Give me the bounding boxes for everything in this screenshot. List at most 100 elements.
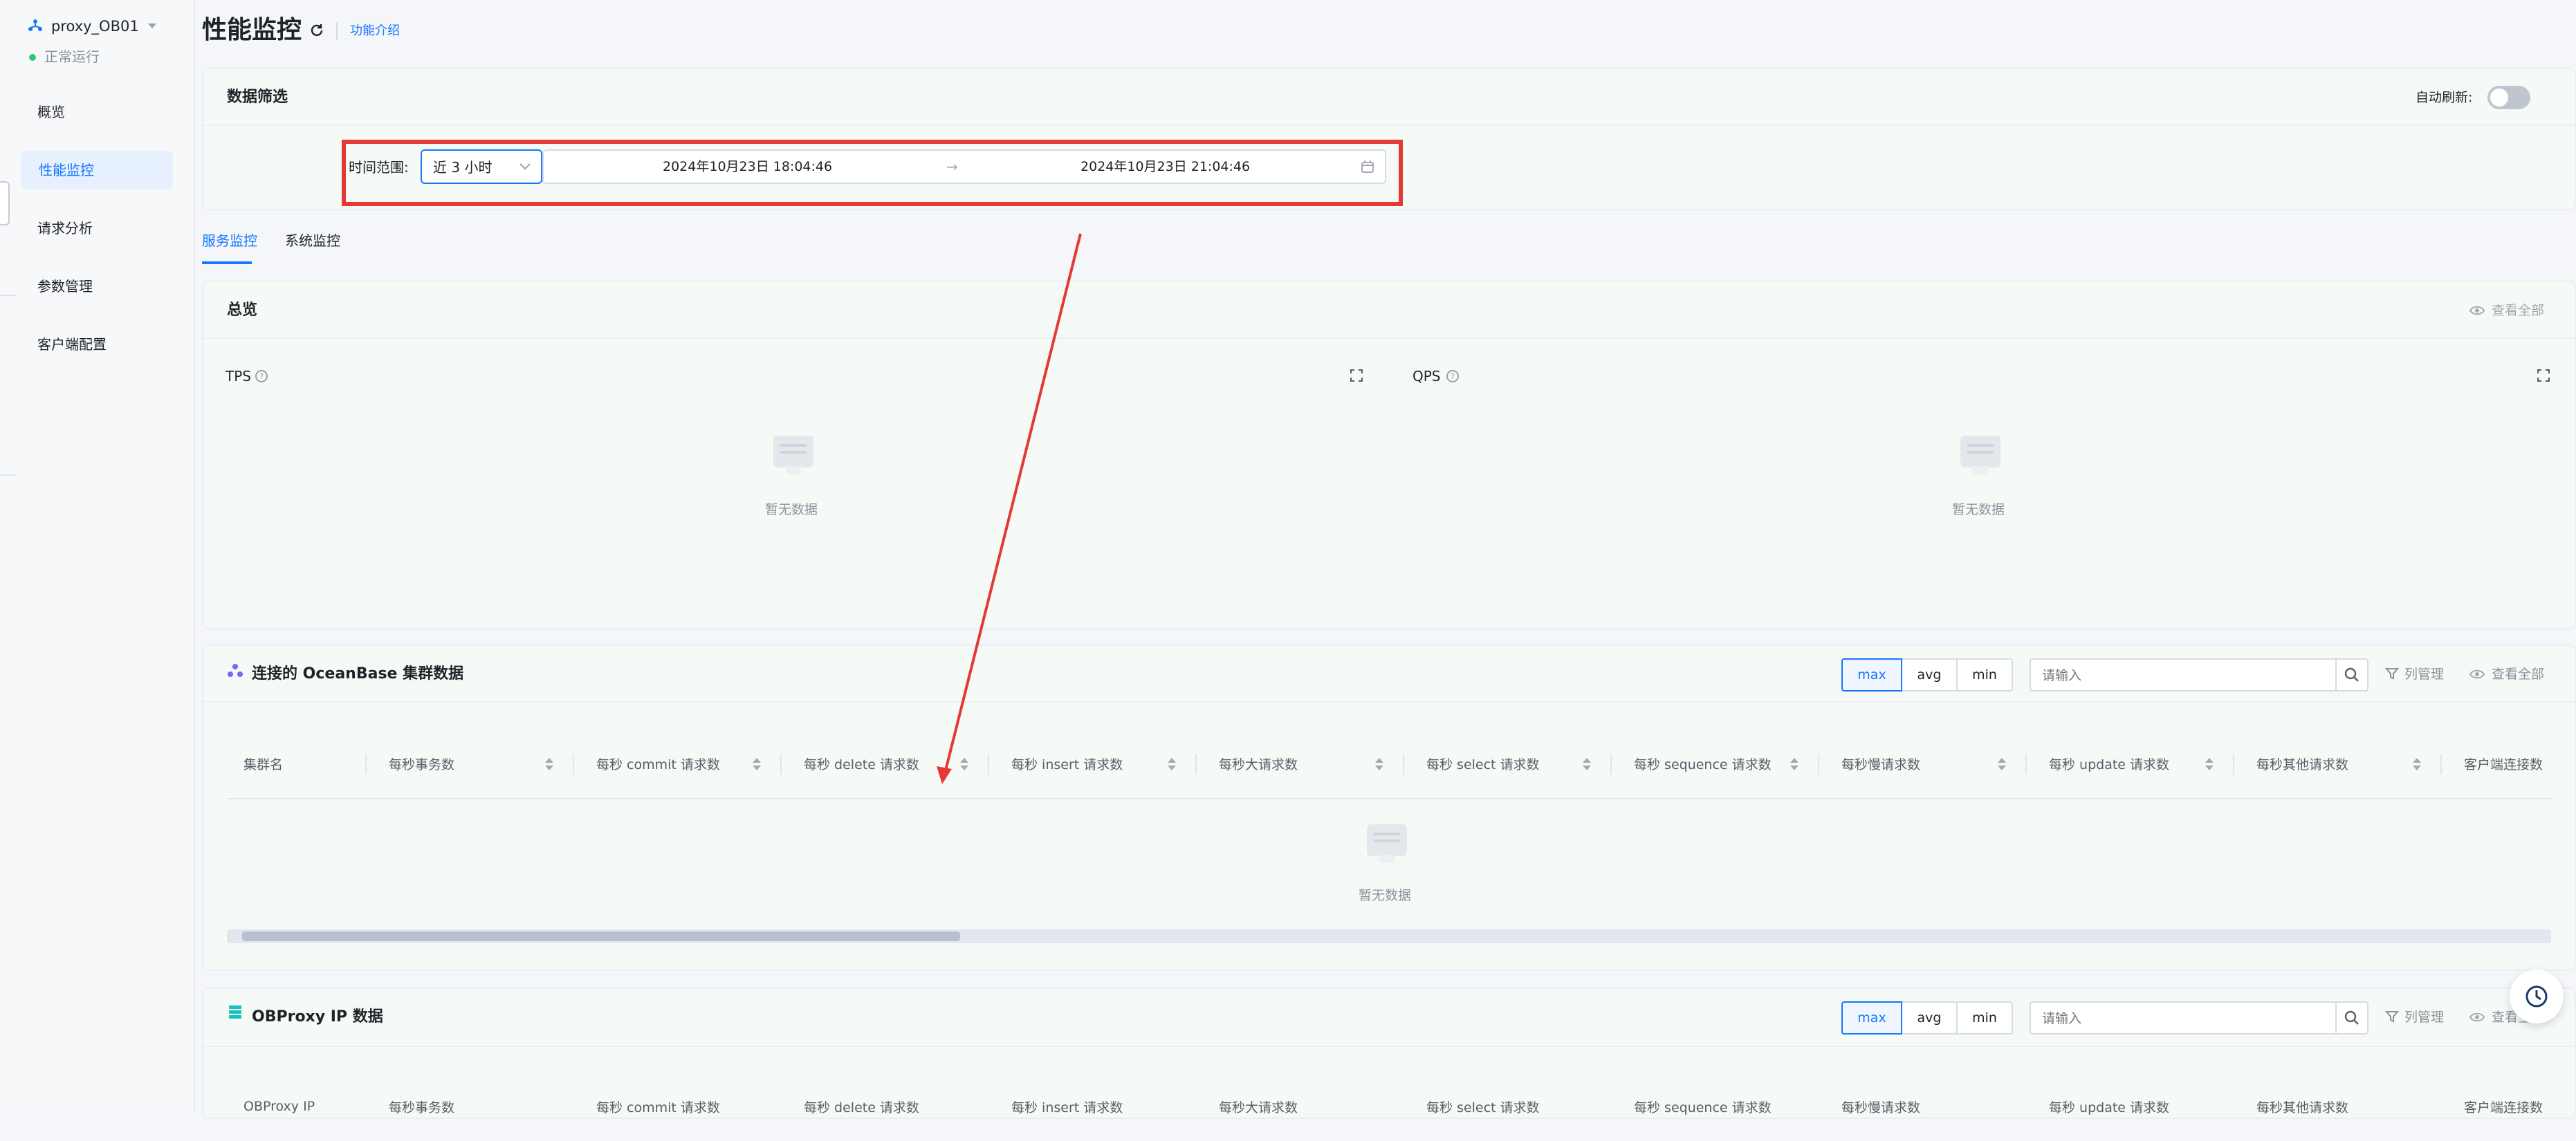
page-title: 性能监控 (202, 16, 302, 44)
column-header[interactable]: 每秒 commit 请求数 (596, 729, 720, 798)
tab-active-indicator (202, 261, 252, 264)
sort-icon[interactable] (960, 758, 968, 770)
sort-icon[interactable] (1168, 758, 1176, 770)
instance-switcher[interactable]: proxy_OB01 (28, 17, 166, 37)
column-divider (2025, 754, 2027, 774)
search-input[interactable] (2041, 1008, 2320, 1029)
eye-icon (2469, 669, 2485, 679)
sidebar-item-params[interactable]: 参数管理 (21, 272, 180, 300)
cluster-table-title: 连接的 OceanBase 集群数据 (252, 665, 464, 683)
column-header[interactable]: 每秒 commit 请求数 (596, 1072, 720, 1141)
agg-min-button[interactable]: min (1956, 1001, 2013, 1035)
fullscreen-icon[interactable] (2536, 368, 2551, 383)
column-header: 集群名 (243, 757, 284, 772)
column-divider (2233, 754, 2234, 774)
refresh-icon[interactable] (309, 22, 325, 39)
agg-max-button[interactable]: max (1841, 1001, 1902, 1035)
column-header[interactable]: 每秒 delete 请求数 (804, 729, 919, 798)
sort-icon[interactable] (1375, 758, 1383, 770)
fullscreen-icon[interactable] (1349, 368, 1364, 383)
empty-data-icon (1960, 436, 2000, 474)
history-float-button[interactable] (2510, 970, 2564, 1023)
qps-empty-text: 暂无数据 (1952, 502, 2005, 517)
eye-icon (2469, 1012, 2485, 1022)
agg-min-button[interactable]: min (1956, 658, 2013, 692)
sidebar-divider (0, 474, 17, 476)
sort-icon[interactable] (753, 758, 761, 770)
auto-refresh-toggle[interactable] (2487, 86, 2530, 109)
column-header[interactable]: 每秒其他请求数 (2256, 729, 2348, 798)
column-header[interactable]: 每秒慢请求数 (1841, 729, 1920, 798)
column-header[interactable]: 每秒事务数 (389, 1072, 454, 1141)
sort-icon[interactable] (1583, 758, 1591, 770)
agg-avg-button[interactable]: avg (1901, 1001, 1958, 1035)
tps-empty-text: 暂无数据 (765, 502, 818, 517)
column-divider (1818, 754, 1819, 774)
filter-icon (2385, 668, 2399, 680)
tab-system-monitor[interactable]: 系统监控 (285, 234, 340, 248)
column-manage-button[interactable]: 列管理 (2404, 1011, 2444, 1024)
column-header[interactable]: 每秒 update 请求数 (2049, 729, 2169, 798)
sidebar-item-overview[interactable]: 概览 (21, 98, 180, 126)
column-header[interactable]: 每秒 insert 请求数 (1011, 1072, 1123, 1141)
sidebar-item-client-config[interactable]: 客户端配置 (21, 331, 180, 358)
column-header[interactable]: 每秒 sequence 请求数 (1634, 729, 1772, 798)
column-header: OBProxy IP (243, 1099, 315, 1114)
column-header[interactable]: 每秒其他请求数 (2256, 1072, 2348, 1141)
overview-view-all[interactable]: 查看全部 (2492, 304, 2544, 317)
column-header[interactable]: 客户端连接数 (2464, 729, 2543, 798)
instance-status: 正常运行 (44, 48, 100, 65)
sidebar-item-performance[interactable]: 性能监控 (21, 151, 173, 189)
cluster-search[interactable] (2030, 658, 2368, 692)
sort-icon[interactable] (1790, 758, 1798, 770)
empty-data-icon (1367, 824, 1407, 863)
highlight-box (342, 140, 1403, 206)
search-input[interactable] (2041, 665, 2320, 686)
eye-icon (2469, 306, 2485, 315)
cluster-view-all[interactable]: 查看全部 (2492, 668, 2544, 681)
help-icon[interactable]: ? (1446, 369, 1460, 383)
search-icon[interactable] (2344, 667, 2360, 683)
sidebar-item-request-analysis[interactable]: 请求分析 (21, 214, 180, 242)
column-divider (1610, 754, 1612, 774)
cluster-card-header: 连接的 OceanBase 集群数据 max avg min 列管理 查看全部 (203, 646, 2575, 703)
status-dot (29, 54, 36, 61)
agg-switch: max avg min (1841, 1001, 2014, 1035)
sort-icon[interactable] (545, 758, 553, 770)
column-manage-button[interactable]: 列管理 (2404, 668, 2444, 681)
column-header[interactable]: 每秒慢请求数 (1841, 1072, 1920, 1141)
column-header[interactable]: 每秒 sequence 请求数 (1634, 1072, 1772, 1141)
sort-icon[interactable] (1998, 758, 2006, 770)
horizontal-scrollbar[interactable] (227, 929, 2551, 943)
help-icon[interactable]: ? (255, 369, 268, 383)
header-divider (336, 22, 338, 40)
column-divider (2440, 754, 2442, 774)
filter-icon (2385, 1011, 2399, 1023)
feature-intro-link[interactable]: 功能介绍 (350, 25, 400, 37)
tab-service-monitor[interactable]: 服务监控 (202, 234, 257, 248)
column-header[interactable]: 每秒 select 请求数 (1426, 729, 1540, 798)
sort-icon[interactable] (2205, 758, 2214, 770)
cluster-table-card: 连接的 OceanBase 集群数据 max avg min 列管理 查看全部 … (202, 644, 2576, 971)
agg-switch: max avg min (1841, 658, 2014, 692)
sidebar-item-label: 概览 (37, 104, 65, 120)
auto-refresh-label: 自动刷新: (2416, 90, 2473, 105)
column-header[interactable]: 每秒 insert 请求数 (1011, 729, 1123, 798)
column-header[interactable]: 每秒 update 请求数 (2049, 1072, 2169, 1141)
sidebar-collapse-handle[interactable] (0, 181, 10, 225)
column-header[interactable]: 客户端连接数 (2464, 1072, 2543, 1141)
column-header[interactable]: 每秒事务数 (389, 729, 454, 798)
agg-avg-button[interactable]: avg (1901, 658, 1958, 692)
search-icon[interactable] (2344, 1010, 2360, 1026)
filter-title: 数据筛选 (227, 89, 288, 106)
sort-icon[interactable] (2413, 758, 2421, 770)
scrollbar-thumb[interactable] (242, 931, 960, 941)
toggle-knob (2490, 89, 2508, 106)
column-header[interactable]: 每秒大请求数 (1219, 1072, 1298, 1141)
column-header[interactable]: 每秒 delete 请求数 (804, 1072, 919, 1141)
column-header[interactable]: 每秒 select 请求数 (1426, 1072, 1540, 1141)
agg-max-button[interactable]: max (1841, 658, 1902, 692)
column-header[interactable]: 每秒大请求数 (1219, 729, 1298, 798)
ip-search[interactable] (2030, 1001, 2368, 1035)
svg-text:?: ? (259, 372, 264, 381)
